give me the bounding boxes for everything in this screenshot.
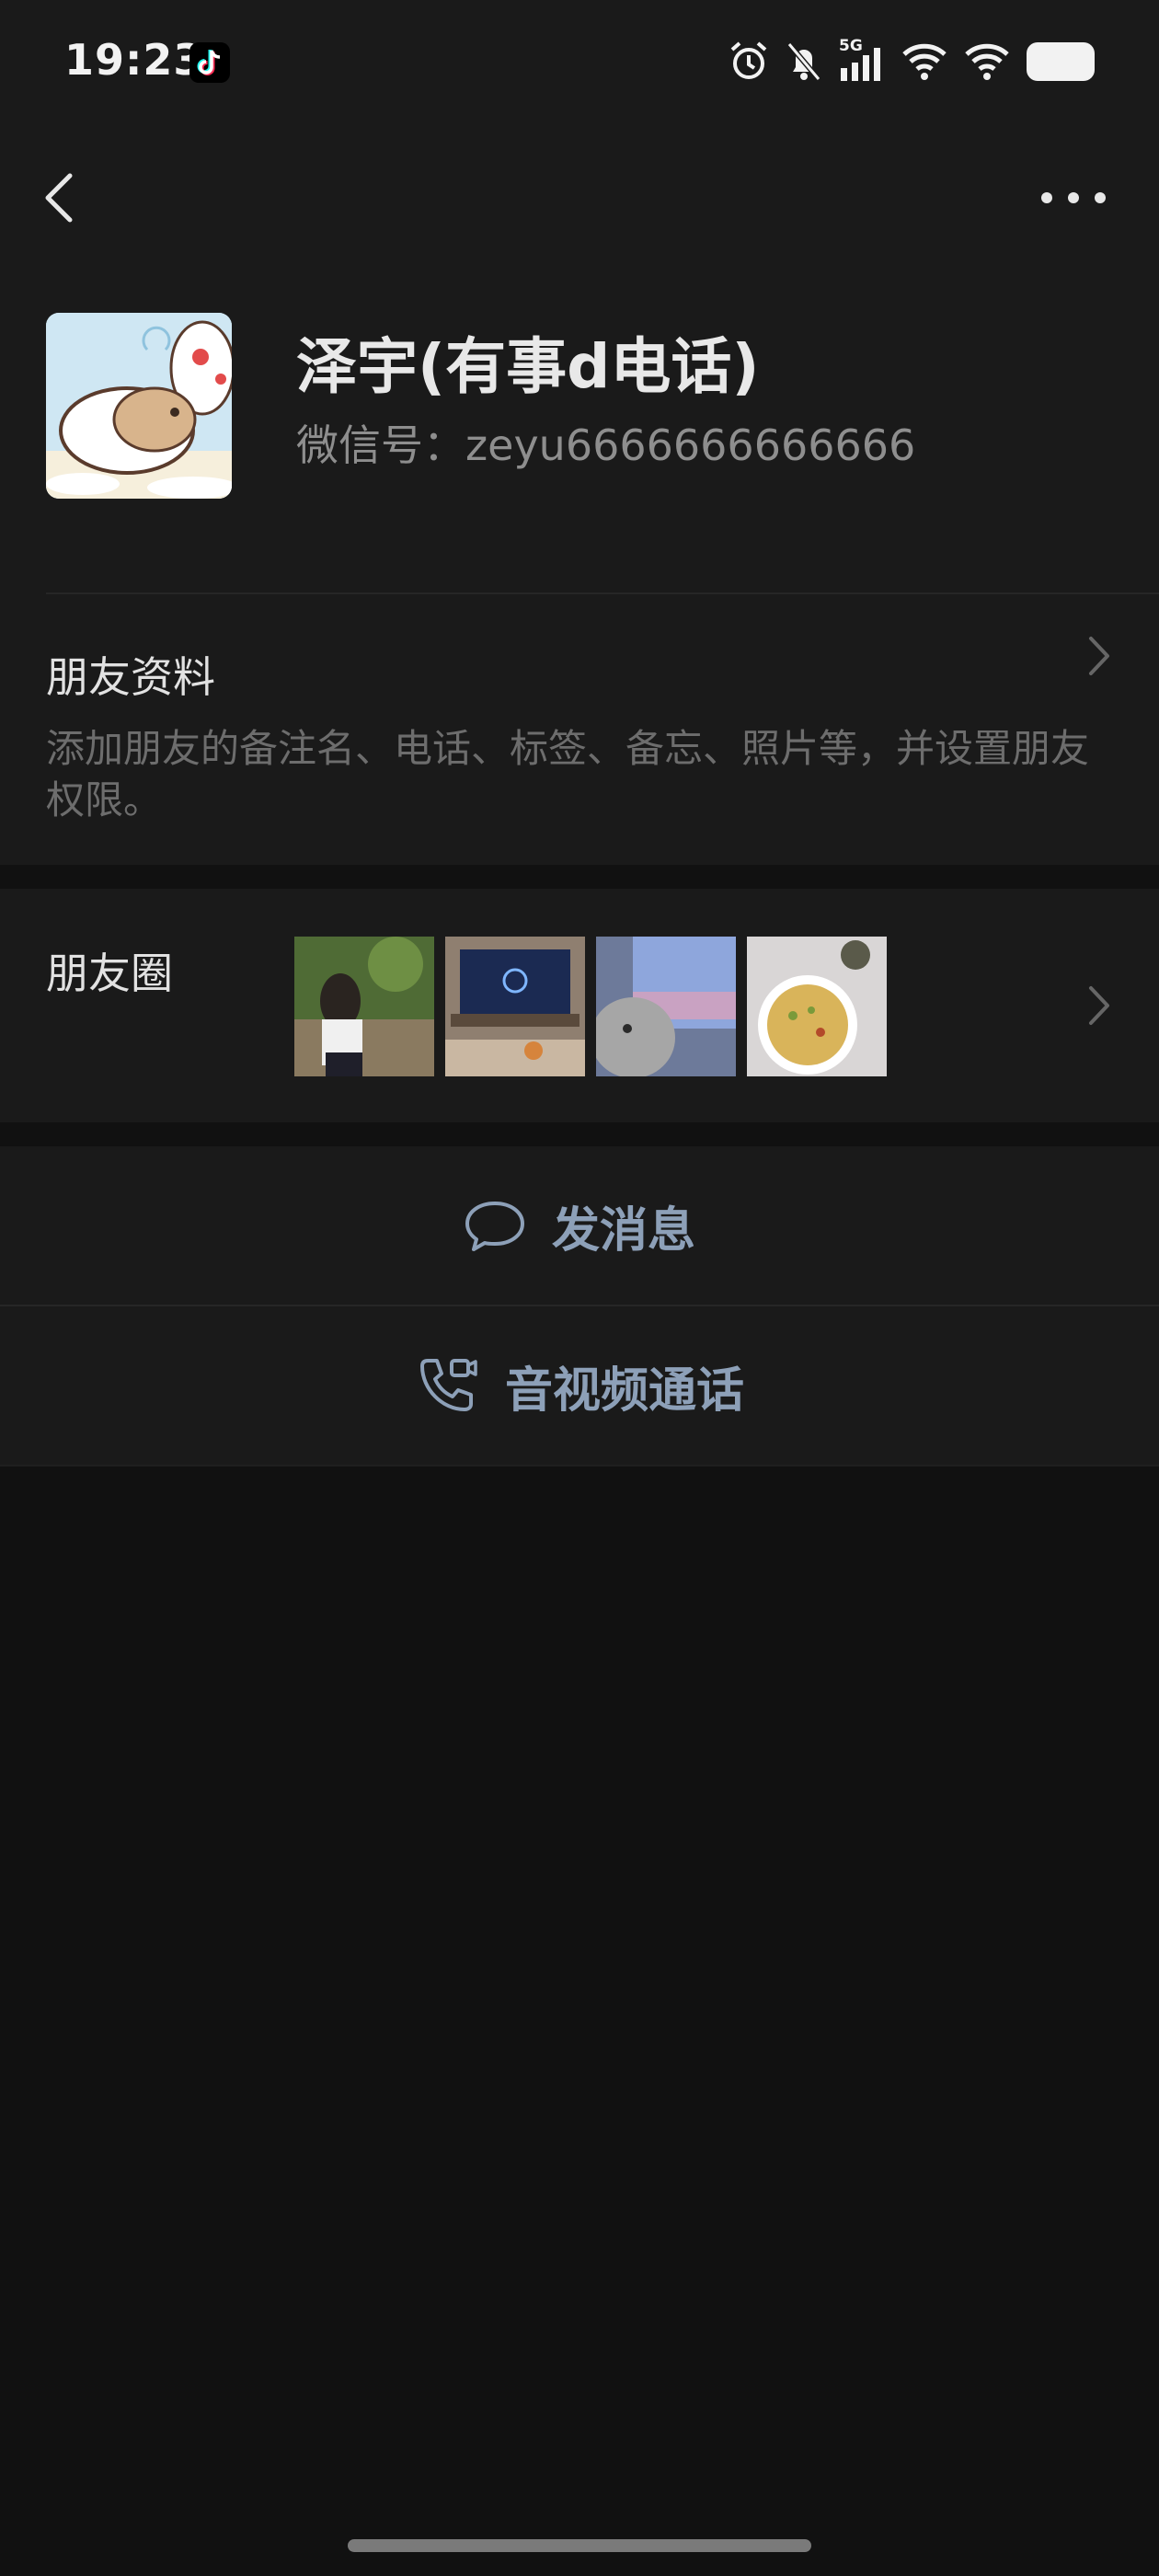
- more-button[interactable]: [1041, 184, 1106, 212]
- status-icons: 5G: [729, 37, 1095, 85]
- contact-name: 泽宇(有事d电话): [296, 331, 760, 402]
- network-signal: 5G: [839, 37, 885, 83]
- chevron-right-icon: [1089, 986, 1109, 1025]
- send-message-label: 发消息: [551, 1202, 695, 1259]
- status-bar: 19:23 5G: [0, 0, 1159, 129]
- contact-profile-page: 19:23 5G 泽宇(有事d电话) 微信号：zeyu6666666666666…: [0, 0, 1159, 2576]
- video-call-label: 音视频通话: [504, 1363, 744, 1419]
- more-dots-icon: [1041, 192, 1052, 203]
- moments-thumbnail: [445, 937, 585, 1076]
- avatar[interactable]: [46, 313, 232, 499]
- wifi-icon: [902, 43, 947, 80]
- moments-title: 朋友圈: [46, 949, 173, 998]
- home-indicator[interactable]: [348, 2539, 811, 2552]
- tiktok-icon: [189, 42, 230, 83]
- bell-off-icon: [786, 42, 821, 81]
- friend-info-title: 朋友资料: [46, 652, 215, 702]
- chat-bubble-icon: [465, 1202, 524, 1251]
- chevron-right-icon: [1089, 637, 1109, 675]
- signal-icon: [841, 48, 880, 81]
- back-button[interactable]: [37, 170, 83, 225]
- avatar-image: [46, 313, 232, 499]
- divider: [46, 592, 1159, 594]
- battery-icon: [1027, 42, 1095, 81]
- photo-girl-garden: [294, 937, 434, 1076]
- moments-thumbnail: [747, 937, 887, 1076]
- moments-thumbnail: [294, 937, 434, 1076]
- alarm-icon: [730, 41, 767, 79]
- friend-info-description: 添加朋友的备注名、电话、标签、备忘、照片等，并设置朋友权限。: [46, 726, 1090, 822]
- video-call-icon: [419, 1359, 477, 1411]
- wifi-icon: [965, 43, 1009, 80]
- send-message-button[interactable]: 发消息: [0, 1146, 1159, 1305]
- video-call-button[interactable]: 音视频通话: [0, 1306, 1159, 1465]
- divider: [0, 1465, 1159, 1466]
- photo-tv-room: [445, 937, 585, 1076]
- status-time: 19:23: [64, 35, 204, 85]
- chevron-left-icon: [45, 173, 73, 223]
- wechat-id: 微信号：zeyu6666666666666: [296, 420, 916, 470]
- photo-cat-screen: [596, 937, 736, 1076]
- moments-thumbnail: [596, 937, 736, 1076]
- photo-pizza: [747, 937, 887, 1076]
